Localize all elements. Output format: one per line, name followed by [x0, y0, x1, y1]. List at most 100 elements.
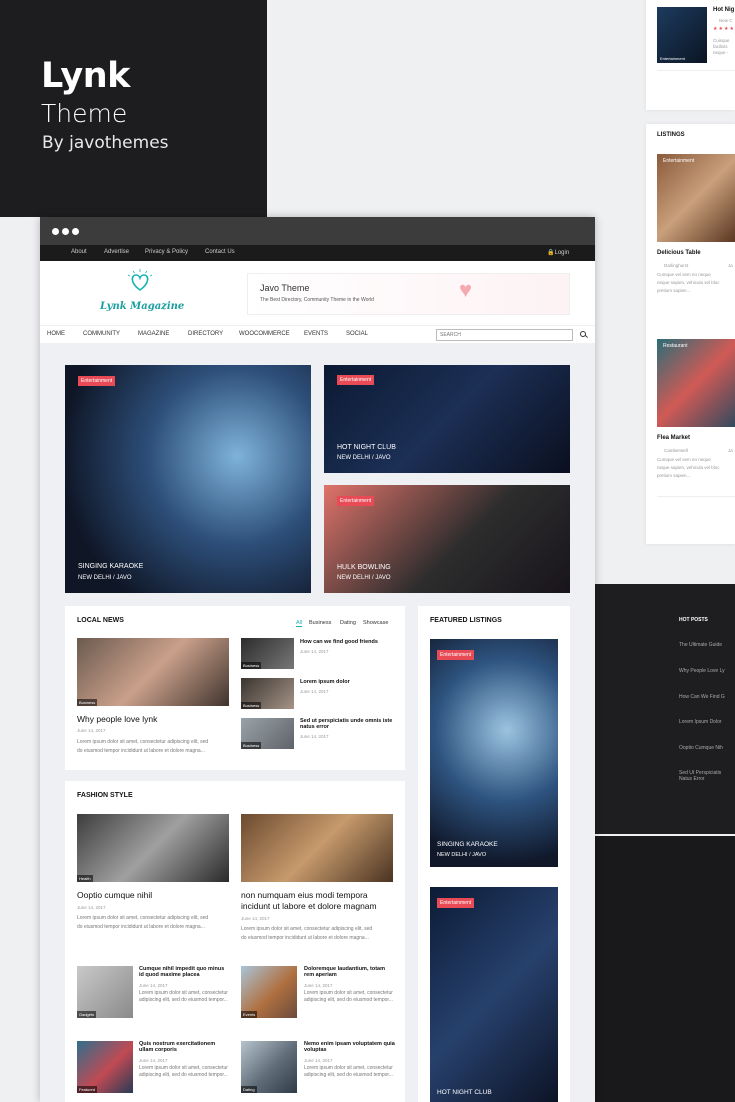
fashion-item-title[interactable]: Quis nostrum exercitationem ullam corpor…	[139, 1041, 229, 1053]
fashion-thumb[interactable]: Featured	[77, 1041, 133, 1093]
topbar-link-privacy[interactable]: Privacy & Policy	[145, 249, 188, 255]
listing-desc: Cumque vel sem eo neque	[657, 457, 711, 462]
fashion-thumb[interactable]: Dating	[241, 1041, 297, 1093]
fashion-main-text: Lorem ipsum dolor sit amet, consectetur …	[241, 926, 373, 932]
listing-image[interactable]: Entertainment	[657, 154, 735, 242]
card-tag: Entertainment	[660, 56, 685, 61]
card-title[interactable]: Hot Nig	[713, 7, 734, 13]
news-main-image[interactable]: Business	[77, 638, 229, 706]
tab-showcase[interactable]: Showcase	[363, 620, 388, 626]
news-item-title[interactable]: Lorem ipsum dolor	[300, 679, 350, 685]
news-main-text: do eiusmod tempor incididunt ut labore e…	[77, 748, 205, 754]
hot-post-link[interactable]: The Ultimate Guide	[679, 642, 722, 648]
fashion-main-date: June 14, 2017	[77, 905, 106, 910]
fashion-main-text: do eiusmod tempor incididunt ut labore e…	[241, 935, 369, 941]
listing-location: Darlinghurst	[664, 263, 689, 268]
listing-desc: pretium sapien...	[657, 288, 691, 293]
fashion-main-tag: Health	[77, 875, 93, 882]
featured-sub: NEW DELHI / JAVO	[437, 852, 487, 858]
nav-item-events[interactable]: EVENTS	[304, 331, 328, 337]
fashion-item-title[interactable]: Cumque nihil impedit quo minus id quod m…	[139, 966, 229, 978]
hero-top-title[interactable]: HOT NIGHT CLUB	[337, 444, 396, 451]
fashion-main-date: June 14, 2017	[241, 916, 270, 921]
top-bar: About Advertise Privacy & Policy Contact…	[40, 245, 595, 261]
listing-title[interactable]: Flea Market	[657, 435, 690, 441]
tab-dating[interactable]: Dating	[340, 620, 356, 626]
fashion-thumb[interactable]: Events	[241, 966, 297, 1018]
hero-bottom-title[interactable]: HULK BOWLING	[337, 564, 391, 571]
hero-bottom-tag: Entertainment	[337, 496, 375, 506]
divider	[657, 496, 735, 497]
nav-item-woocommerce[interactable]: WOOCOMMERCE	[239, 331, 290, 337]
fashion-main-title[interactable]: Ooptio cumque nihil	[77, 890, 152, 900]
nav-item-social[interactable]: SOCIAL	[346, 331, 368, 337]
fashion-main-image[interactable]: Health	[77, 814, 229, 882]
card-desc-2: facilisis	[713, 44, 728, 49]
news-thumb[interactable]: Business	[241, 718, 294, 749]
search-input[interactable]	[436, 329, 573, 341]
listing-desc: neque sapien, vehicula vel bloc	[657, 280, 720, 285]
tab-business[interactable]: Business	[309, 620, 331, 626]
featured-card[interactable]: Entertainment SINGING KARAOKE NEW DELHI …	[430, 639, 558, 867]
news-main-title[interactable]: Why people love lynk	[77, 714, 157, 724]
fashion-thumb-tag: Events	[241, 1011, 258, 1018]
listing-desc: Cumque vel sem eo neque	[657, 272, 711, 277]
news-item-date: June 14, 2017	[300, 734, 329, 739]
fashion-main-image[interactable]	[241, 814, 393, 882]
fashion-item-title[interactable]: Nemo enim ipsam voluptatem quia voluptas	[304, 1041, 396, 1053]
hero-top-sub: NEW DELHI / JAVO	[337, 455, 391, 461]
heart-logo-icon	[125, 269, 155, 293]
footer-dark: HOT POSTS The Ultimate Guide Why People …	[595, 584, 735, 834]
fashion-main-text: do eiusmod tempor incididunt ut labore e…	[77, 924, 205, 930]
news-main-tag: Business	[77, 699, 98, 706]
nav-item-magazine[interactable]: MAGAZINE	[138, 331, 169, 337]
hero-main-sub: NEW DELHI / JAVO	[78, 575, 132, 581]
featured-title[interactable]: HOT NIGHT CLUB	[437, 1089, 492, 1096]
fashion-item-date: June 14, 2017	[139, 1058, 168, 1063]
listing-desc: neque sapien, vehicula vel bloc	[657, 465, 720, 470]
featured-card[interactable]: Entertainment HOT NIGHT CLUB	[430, 887, 558, 1102]
card-desc-3: neque -	[713, 50, 729, 55]
local-news-section: LOCAL NEWS All Business Dating Showcase …	[65, 606, 405, 770]
hot-posts-heading: HOT POSTS	[679, 617, 708, 623]
hot-post-link[interactable]: Why People Love Ly	[679, 668, 725, 674]
site-logo[interactable]: Lynk Magazine	[100, 301, 184, 312]
hot-post-link[interactable]: Lorem Ipsum Dolor	[679, 719, 722, 725]
nav-item-home[interactable]: HOME	[47, 331, 65, 337]
hero-top[interactable]: Entertainment HOT NIGHT CLUB NEW DELHI /…	[324, 365, 570, 473]
footer-dark-bottom	[595, 836, 735, 1102]
listing-image[interactable]: Restaurant	[657, 339, 735, 427]
news-item-title[interactable]: How can we find good friends	[300, 639, 400, 645]
hero-main-title[interactable]: SINGING KARAOKE	[78, 563, 143, 570]
news-item-title[interactable]: Sed ut perspiciatis unde omnis iste natu…	[300, 718, 395, 730]
banner-ad[interactable]: Javo Theme The Best Directory, Community…	[247, 273, 570, 315]
fashion-item-title[interactable]: Doloremque laudantium, totam rem aperiam	[304, 966, 396, 978]
fashion-thumb-tag: Featured	[77, 1086, 98, 1093]
nav-item-community[interactable]: COMMUNITY	[83, 331, 120, 337]
login-label: Login	[554, 250, 570, 256]
listing-title[interactable]: Delicious Table	[657, 250, 701, 256]
featured-title[interactable]: SINGING KARAOKE	[437, 841, 498, 848]
listing-tag: Restaurant	[663, 343, 688, 349]
hot-post-link[interactable]: How Can We Find G	[679, 694, 725, 700]
news-thumb[interactable]: Business	[241, 638, 294, 669]
tab-all[interactable]: All	[296, 620, 303, 627]
search-icon[interactable]	[580, 331, 589, 340]
fashion-thumb[interactable]: Gadgets	[77, 966, 133, 1018]
nav-item-directory[interactable]: DIRECTORY	[188, 331, 223, 337]
login-button[interactable]: 🔒Login	[547, 249, 569, 256]
hot-post-link[interactable]: Natus Error	[679, 776, 705, 782]
local-news-heading: LOCAL NEWS	[77, 617, 124, 624]
topbar-link-contact[interactable]: Contact Us	[205, 249, 235, 255]
topbar-link-about[interactable]: About	[71, 249, 87, 255]
hero-main[interactable]: Entertainment SINGING KARAOKE NEW DELHI …	[65, 365, 311, 593]
news-thumb[interactable]: Business	[241, 678, 294, 709]
hero-bottom[interactable]: Entertainment HULK BOWLING NEW DELHI / J…	[324, 485, 570, 593]
hot-post-link[interactable]: Ooptio Cumque Nih	[679, 745, 723, 751]
listings-heading: LISTINGS	[657, 132, 685, 138]
topbar-link-advertise[interactable]: Advertise	[104, 249, 129, 255]
window-dot	[62, 228, 69, 235]
news-item-date: June 14, 2017	[300, 649, 329, 654]
listing-extra: Ja	[728, 448, 733, 453]
fashion-main-title[interactable]: non numquam eius modi tempora incidunt u…	[241, 890, 397, 912]
